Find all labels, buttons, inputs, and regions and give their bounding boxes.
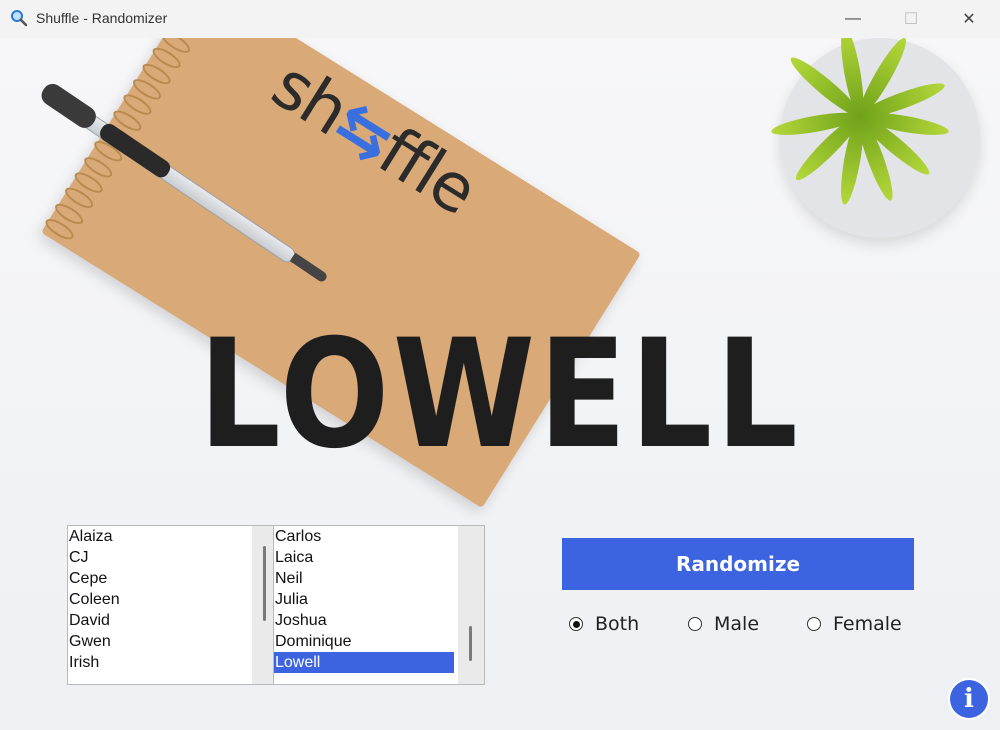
radio-selected-icon (569, 617, 583, 631)
close-icon: ✕ (962, 11, 976, 28)
radio-unselected-icon (807, 617, 821, 631)
radio-both[interactable]: Both (569, 613, 639, 635)
radio-female[interactable]: Female (807, 613, 902, 635)
close-button[interactable]: ✕ (946, 0, 992, 38)
minimize-button[interactable]: — (830, 0, 876, 38)
list-item[interactable]: Coleen (68, 589, 248, 610)
radio-male[interactable]: Male (688, 613, 759, 635)
radio-unselected-icon (688, 617, 702, 631)
radio-male-label: Male (714, 613, 760, 635)
magnifier-icon (11, 10, 28, 27)
scrollbar-right[interactable] (458, 526, 484, 684)
minimize-icon: — (845, 10, 861, 27)
maximize-icon: ☐ (903, 11, 919, 28)
main-content: sh⇆ffle LOWELL Alaiza CJ Cepe Coleen Dav… (0, 38, 1000, 730)
list-item[interactable]: Alaiza (68, 526, 248, 547)
list-right: Carlos Laica Neil Julia Joshua Dominique… (274, 526, 454, 673)
list-item[interactable]: Laica (274, 547, 454, 568)
list-item[interactable]: Joshua (274, 610, 454, 631)
title-bar: Shuffle - Randomizer — ☐ ✕ (0, 0, 1000, 39)
list-item[interactable]: Gwen (68, 631, 248, 652)
info-button[interactable]: i (950, 680, 988, 718)
maximize-button[interactable]: ☐ (888, 0, 934, 38)
scrollbar-thumb[interactable] (469, 626, 472, 661)
list-item[interactable]: Cepe (68, 568, 248, 589)
randomize-button[interactable]: Randomize (562, 538, 914, 590)
list-item[interactable]: Neil (274, 568, 454, 589)
names-listbox-right[interactable]: Carlos Laica Neil Julia Joshua Dominique… (273, 525, 485, 685)
list-item[interactable]: CJ (68, 547, 248, 568)
info-icon: i (964, 684, 974, 714)
list-item[interactable]: Irish (68, 652, 248, 673)
list-item[interactable]: David (68, 610, 248, 631)
radio-female-label: Female (833, 613, 902, 635)
list-item[interactable]: Julia (274, 589, 454, 610)
result-name: LOWELL (198, 308, 802, 482)
list-item-selected[interactable]: Lowell (274, 652, 454, 673)
list-item[interactable]: Dominique (274, 631, 454, 652)
names-listbox-left[interactable]: Alaiza CJ Cepe Coleen David Gwen Irish (67, 525, 279, 685)
scrollbar-thumb[interactable] (263, 546, 266, 621)
list-item[interactable]: Carlos (274, 526, 454, 547)
list-left: Alaiza CJ Cepe Coleen David Gwen Irish (68, 526, 248, 673)
radio-both-label: Both (595, 613, 640, 635)
window-title: Shuffle - Randomizer (36, 10, 168, 26)
